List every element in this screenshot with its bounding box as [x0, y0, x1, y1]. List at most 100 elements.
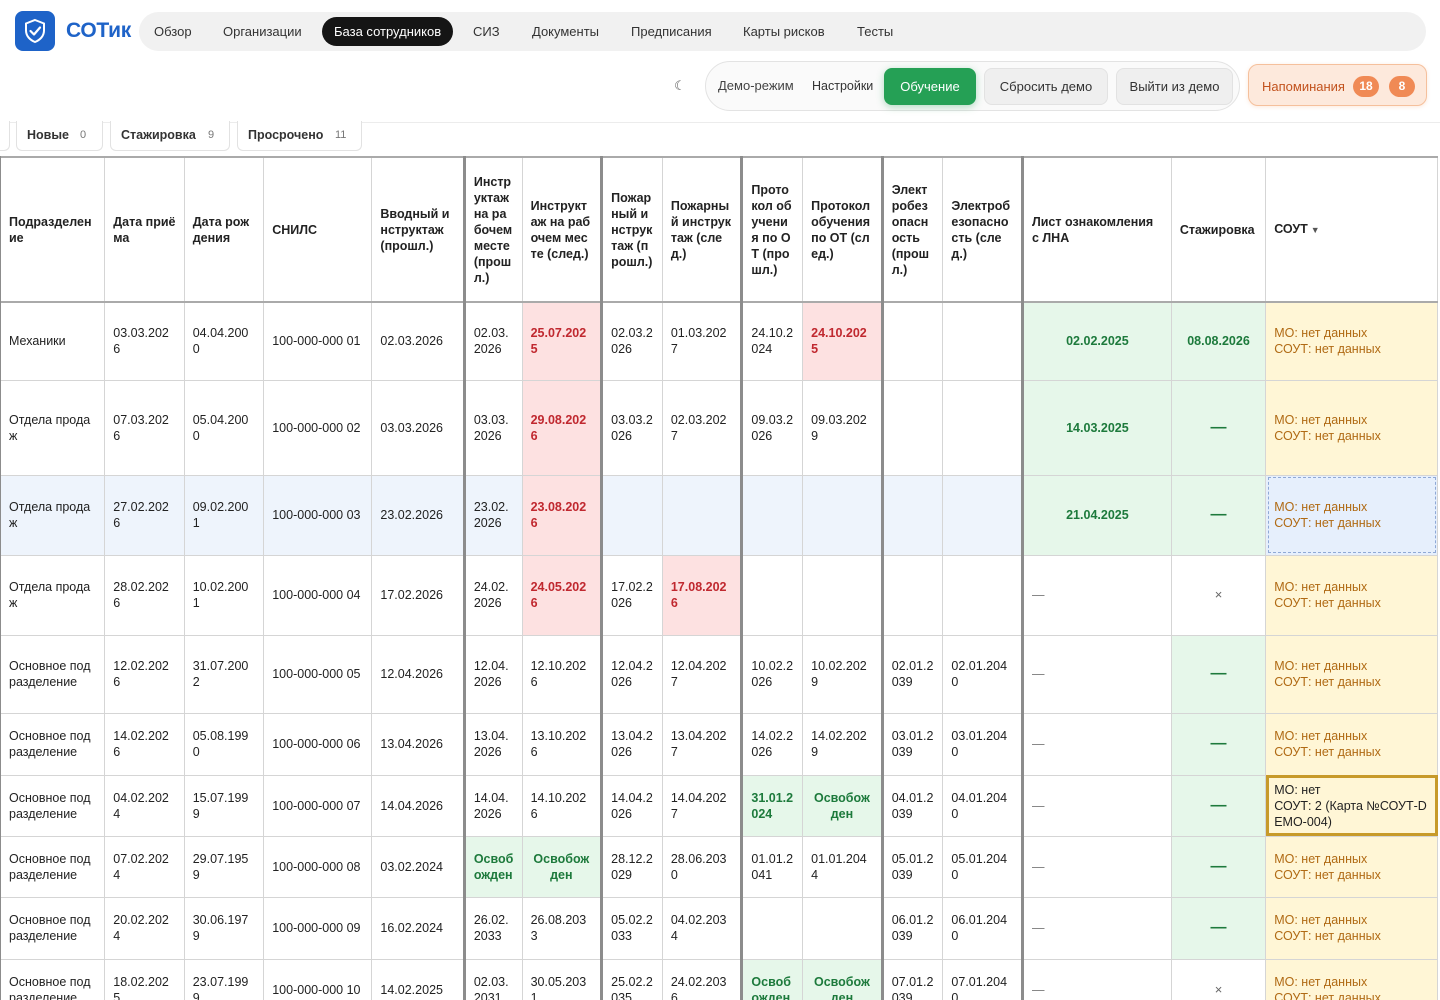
filter-chip-hidden[interactable] — [0, 121, 10, 151]
table-row[interactable]: Основное подразделение 12.02.2026 31.07.… — [0, 634, 1438, 714]
filter-chip-overdue[interactable]: Просрочено 11 — [237, 121, 362, 151]
cell-electric-next: 05.01.2040 — [942, 835, 1023, 898]
table-row[interactable]: Механики 03.03.2026 04.04.2000 100-000-0… — [0, 301, 1438, 381]
col-header-dept[interactable]: Подразделение — [0, 156, 106, 303]
cell-sout[interactable]: МО: нет данных СОУТ: нет данных — [1265, 634, 1438, 714]
exit-demo-button[interactable]: Выйти из демо — [1116, 68, 1233, 105]
nav-item-orders[interactable]: Предписания — [619, 17, 724, 46]
nav-item-documents[interactable]: Документы — [520, 17, 611, 46]
sort-desc-icon[interactable]: ▼ — [1311, 225, 1320, 235]
cell-ot-next: Освобожден — [802, 774, 883, 837]
cell-internship[interactable]: — — [1170, 896, 1267, 960]
table-row[interactable]: Основное подразделение 18.02.2025 23.07.… — [0, 958, 1438, 1000]
cell-lna[interactable]: — — [1020, 896, 1172, 960]
filter-chip-count: 0 — [80, 129, 87, 141]
cell-ot-next: 01.01.2044 — [802, 835, 883, 898]
cell-sout-selected[interactable]: МО: нет СОУТ: 2 (Карта №СОУТ-DEMO-004) — [1265, 774, 1438, 837]
col-header-workplace-next[interactable]: Инструктаж на рабочем месте (след.) — [521, 156, 603, 303]
col-header-electric-prev[interactable]: Электробезопасность (прошл.) — [880, 156, 944, 303]
cell-internship[interactable]: — — [1170, 634, 1267, 714]
moon-icon[interactable]: ☾ — [672, 78, 688, 94]
col-header-fire-next[interactable]: Пожарный инструктаж (след.) — [661, 156, 743, 303]
cell-snils: 100-000-000 10 — [263, 958, 373, 1000]
table-row[interactable]: Основное подразделение 04.02.2024 15.07.… — [0, 774, 1438, 837]
col-header-birth-date[interactable]: Дата рождения — [183, 156, 265, 303]
settings-button[interactable]: Настройки — [812, 79, 873, 93]
col-header-intro-briefing[interactable]: Вводный инструктаж (прошл.) — [371, 156, 465, 303]
cell-fire-prev: 17.02.2026 — [600, 554, 663, 636]
sout-status: СОУТ: нет данных — [1274, 596, 1381, 610]
col-header-internship[interactable]: Стажировка — [1170, 156, 1267, 303]
cell-sout[interactable]: МО: нет данных СОУТ: нет данных — [1265, 554, 1438, 636]
sout-status: СОУТ: нет данных — [1274, 745, 1381, 759]
cell-hire-date: 03.03.2026 — [104, 301, 185, 381]
cell-internship[interactable]: 08.08.2026 — [1170, 301, 1267, 381]
cell-fire-next: 13.04.2027 — [661, 712, 743, 776]
cell-lna[interactable]: — — [1020, 958, 1172, 1000]
sout-mo: МО: нет данных — [1274, 975, 1368, 989]
filter-chips: Новые 0 Стажировка 9 Просрочено 11 — [0, 121, 1440, 151]
cell-workplace-next: 29.08.2026 — [521, 379, 603, 476]
col-header-sout[interactable]: СОУТ ▼ — [1265, 156, 1438, 303]
cell-internship[interactable]: — — [1170, 379, 1267, 476]
col-header-hire-date[interactable]: Дата приёма — [104, 156, 185, 303]
col-header-ot-next[interactable]: Протокол обучения по ОТ (след.) — [802, 156, 883, 303]
col-header-lna[interactable]: Лист ознакомления с ЛНА — [1020, 156, 1172, 303]
table-row[interactable]: Отдела продаж 28.02.2026 10.02.2001 100-… — [0, 554, 1438, 636]
main-nav: Обзор Организации База сотрудников СИЗ Д… — [139, 12, 1426, 51]
cell-sout[interactable]: МО: нет данных СОУТ: нет данных — [1265, 712, 1438, 776]
col-header-fire-prev[interactable]: Пожарный инструктаж (прошл.) — [600, 156, 663, 303]
nav-item-tests[interactable]: Тесты — [845, 17, 905, 46]
table-row[interactable]: Основное подразделение 07.02.2024 29.07.… — [0, 835, 1438, 898]
cell-lna[interactable]: — — [1020, 634, 1172, 714]
nav-item-risk-maps[interactable]: Карты рисков — [731, 17, 837, 46]
col-header-workplace-prev[interactable]: Инструктаж на рабочем месте (прошл.) — [462, 156, 523, 303]
table-row[interactable]: Отдела продаж 27.02.2026 09.02.2001 100-… — [0, 474, 1438, 556]
cell-lna[interactable]: — — [1020, 554, 1172, 636]
cell-internship[interactable]: — — [1170, 474, 1267, 556]
reset-demo-button[interactable]: Сбросить демо — [984, 68, 1108, 105]
cell-fire-next — [661, 474, 743, 556]
filter-chip-new[interactable]: Новые 0 — [16, 121, 103, 151]
reminders-button[interactable]: Напоминания 18 8 — [1248, 64, 1427, 106]
cell-hire-date: 07.03.2026 — [104, 379, 185, 476]
table-row[interactable]: Основное подразделение 20.02.2024 30.06.… — [0, 896, 1438, 960]
col-header-snils[interactable]: СНИЛС — [263, 156, 373, 303]
cell-lna[interactable]: — — [1020, 774, 1172, 837]
learn-button[interactable]: Обучение — [884, 68, 976, 105]
filter-chip-label: Новые — [27, 128, 69, 142]
cell-sout[interactable]: МО: нет данных СОУТ: нет данных — [1265, 835, 1438, 898]
sout-status: СОУТ: 2 (Карта №СОУТ-DEMO-004) — [1274, 798, 1427, 829]
col-header-ot-prev[interactable]: Протокол обучения по ОТ (прошл.) — [740, 156, 804, 303]
table-row[interactable]: Основное подразделение 14.02.2026 05.08.… — [0, 712, 1438, 776]
cell-ot-next — [802, 896, 883, 960]
employees-table-container[interactable]: Подразделение Дата приёма Дата рождения … — [0, 156, 1440, 1000]
filter-chip-internship[interactable]: Стажировка 9 — [110, 121, 230, 151]
cell-lna[interactable]: — — [1020, 712, 1172, 776]
cell-intro-briefing: 03.03.2026 — [371, 379, 465, 476]
cell-internship[interactable]: — — [1170, 712, 1267, 776]
cell-sout[interactable]: МО: нет данных СОУТ: нет данных — [1265, 958, 1438, 1000]
cell-internship[interactable]: — — [1170, 835, 1267, 898]
cell-internship[interactable]: × — [1170, 958, 1267, 1000]
nav-item-organizations[interactable]: Организации — [211, 17, 314, 46]
cell-internship[interactable]: × — [1170, 554, 1267, 636]
cell-sout[interactable]: МО: нет данных СОУТ: нет данных — [1265, 301, 1438, 381]
nav-item-ppe[interactable]: СИЗ — [461, 17, 512, 46]
cell-sout[interactable]: МО: нет данных СОУТ: нет данных — [1265, 474, 1438, 556]
cell-lna[interactable]: 02.02.2025 — [1020, 301, 1172, 381]
table-row[interactable]: Отдела продаж 07.03.2026 05.04.2000 100-… — [0, 379, 1438, 476]
col-header-electric-next[interactable]: Электробезопасность (след.) — [942, 156, 1023, 303]
nav-item-employees[interactable]: База сотрудников — [322, 17, 454, 46]
cell-lna[interactable]: 21.04.2025 — [1020, 474, 1172, 556]
cell-sout[interactable]: МО: нет данных СОУТ: нет данных — [1265, 896, 1438, 960]
cell-lna[interactable]: 14.03.2025 — [1020, 379, 1172, 476]
cell-sout[interactable]: МО: нет данных СОУТ: нет данных — [1265, 379, 1438, 476]
cell-workplace-next: 26.08.2033 — [521, 896, 603, 960]
app-logo[interactable] — [15, 11, 55, 51]
cell-electric-prev: 03.01.2039 — [880, 712, 944, 776]
cell-lna[interactable]: — — [1020, 835, 1172, 898]
app-brand[interactable]: СОТик — [66, 19, 131, 43]
cell-internship[interactable]: — — [1170, 774, 1267, 837]
nav-item-overview[interactable]: Обзор — [142, 17, 204, 46]
